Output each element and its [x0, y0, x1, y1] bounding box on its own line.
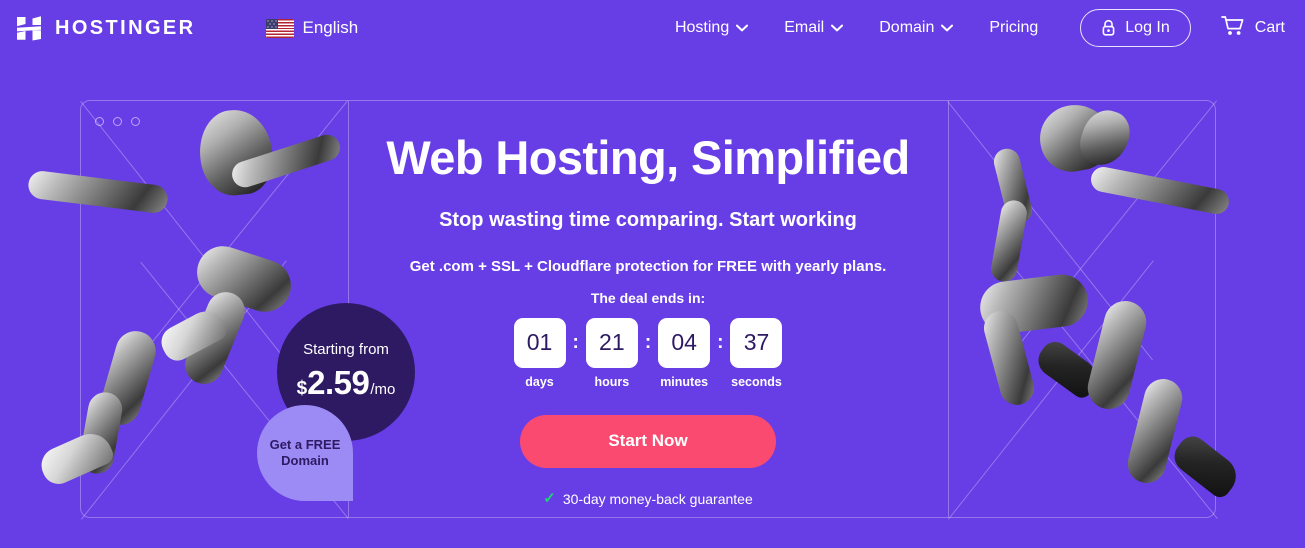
figure-shoe-upper — [155, 304, 231, 366]
countdown-label: minutes — [660, 374, 709, 389]
nav-item-pricing[interactable]: Pricing — [989, 19, 1038, 37]
countdown-value: 37 — [730, 317, 783, 368]
page-title: Web Hosting, Simplified — [386, 131, 910, 184]
frame-diagonal — [948, 260, 1154, 520]
price-currency: $ — [296, 378, 308, 399]
us-flag-icon — [265, 18, 294, 38]
money-back-guarantee: ✓ 30-day money-back guarantee — [543, 491, 752, 507]
main-navigation: Hosting Email Domain Pricing Log In Cart — [675, 9, 1305, 47]
lock-icon — [1101, 19, 1116, 37]
countdown-value: 01 — [513, 317, 566, 368]
frame-diagonal — [1008, 100, 1217, 358]
language-label: English — [302, 18, 359, 37]
chevron-down-icon — [941, 24, 954, 32]
figure-ponytail — [1074, 104, 1136, 172]
figure-arm-front — [1088, 164, 1232, 217]
figure-head — [195, 106, 277, 199]
hero-subheadline: Stop wasting time comparing. Start worki… — [439, 208, 857, 231]
figure-shoe-back — [1168, 430, 1244, 502]
frame-diagonal — [1009, 261, 1218, 519]
window-traffic-lights-icon — [95, 117, 140, 126]
cart-button[interactable]: Cart — [1220, 15, 1285, 42]
frame-divider-right — [948, 101, 950, 517]
countdown-value: 21 — [585, 317, 638, 368]
language-selector[interactable]: English — [265, 18, 359, 38]
countdown-label: days — [525, 374, 554, 389]
countdown-unit-seconds: 37 seconds — [730, 317, 783, 389]
cart-label: Cart — [1254, 19, 1285, 36]
nav-item-domain[interactable]: Domain — [879, 19, 954, 37]
countdown-unit-hours: 21 hours — [585, 317, 638, 389]
hostinger-h-logo-icon — [14, 13, 44, 43]
chevron-down-icon — [831, 24, 844, 32]
figure-arm-right — [228, 131, 344, 191]
figure-shoe-lower — [35, 426, 117, 490]
brand-logo[interactable]: HOSTINGER — [14, 13, 196, 43]
figure-thigh-upper — [190, 239, 298, 319]
figure-arm-back-upper — [991, 145, 1035, 227]
start-now-button[interactable]: Start Now — [520, 414, 776, 468]
free-domain-badge: Get a FREE Domain — [257, 405, 353, 501]
shopping-cart-icon — [1220, 15, 1245, 42]
nav-item-label: Pricing — [989, 19, 1039, 36]
figure-thigh-front — [977, 271, 1091, 337]
nav-item-label: Domain — [879, 19, 935, 36]
countdown-unit-minutes: 04 minutes — [658, 317, 711, 389]
frame-diagonal — [80, 101, 286, 361]
running-woman-collage — [940, 0, 1305, 548]
figure-arm-left — [26, 169, 170, 215]
figure-shin-back — [1123, 374, 1187, 488]
hero-content: Web Hosting, Simplified Stop wasting tim… — [348, 100, 948, 518]
figure-shin-lower — [77, 389, 125, 477]
countdown-label: hours — [594, 374, 630, 389]
chevron-down-icon — [736, 24, 749, 32]
figure-shin-upper — [179, 286, 251, 390]
site-header: HOSTINGER English Hosting Email Domain P… — [0, 0, 1305, 56]
countdown-separator: : — [717, 331, 724, 353]
countdown-label: seconds — [731, 374, 782, 389]
deal-ends-label: The deal ends in: — [590, 289, 706, 306]
figure-thigh-back — [1083, 296, 1151, 414]
countdown-unit-days: 01 days — [513, 317, 566, 389]
countdown-separator: : — [572, 331, 579, 353]
frame-diagonal — [947, 101, 1153, 361]
figure-thigh-lower — [95, 326, 161, 430]
frame-diagonal — [81, 260, 287, 520]
countdown-separator: : — [644, 331, 652, 353]
figure-arm-back-lower — [989, 198, 1029, 284]
nav-item-label: Email — [784, 19, 825, 36]
hostinger-landing-page: HOSTINGER English Hosting Email Domain P… — [0, 0, 1305, 548]
check-icon: ✓ — [543, 490, 556, 508]
login-label: Log In — [1125, 19, 1170, 36]
free-domain-label: Get a FREE Domain — [269, 436, 341, 468]
guarantee-label: 30-day money-back guarantee — [562, 490, 753, 507]
figure-shin-front — [980, 307, 1038, 409]
figure-head — [1034, 99, 1116, 177]
login-button[interactable]: Log In — [1080, 9, 1191, 47]
nav-item-email[interactable]: Email — [784, 19, 844, 37]
countdown-timer: 01 days : 21 hours : 04 minutes : 37 sec… — [513, 317, 783, 389]
countdown-value: 04 — [658, 317, 711, 368]
figure-shoe-front — [1032, 336, 1104, 402]
hero-description: Get .com + SSL + Cloudflare protection f… — [409, 257, 887, 275]
brand-name: HOSTINGER — [55, 16, 196, 39]
nav-item-hosting[interactable]: Hosting — [674, 19, 749, 37]
nav-item-label: Hosting — [674, 19, 730, 36]
